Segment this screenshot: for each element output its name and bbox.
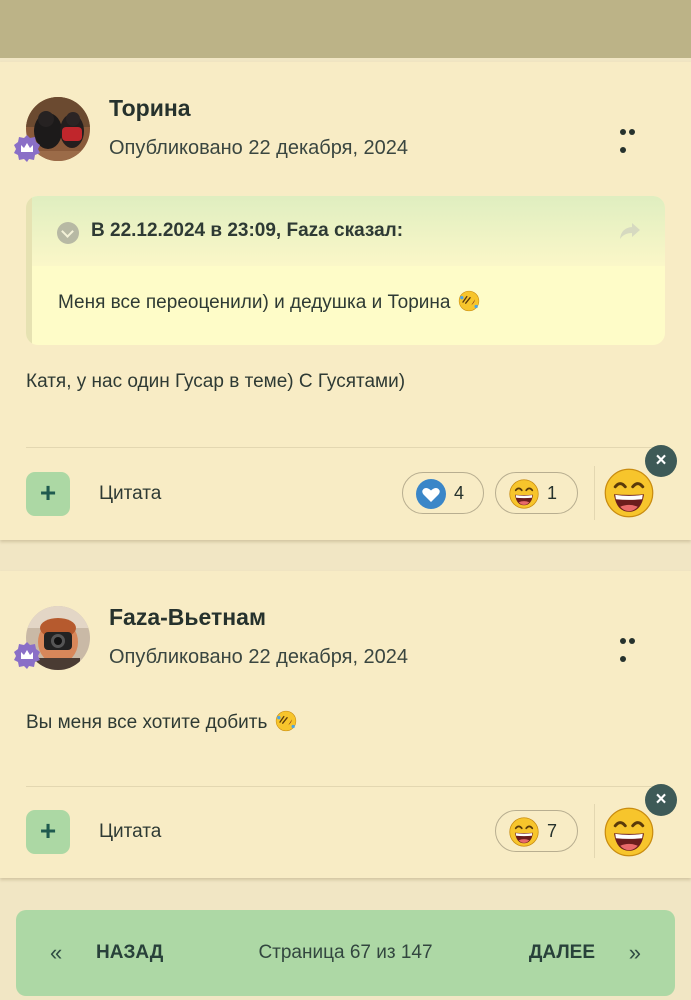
rofl-emoji-icon — [458, 290, 480, 312]
divider — [26, 786, 666, 787]
quote-side-bar — [26, 196, 32, 345]
post-date[interactable]: Опубликовано 22 декабря, 2024 — [109, 646, 408, 669]
more-options-icon[interactable] — [620, 631, 646, 662]
rofl-emoji-icon — [275, 710, 297, 732]
reaction-laugh[interactable]: 7 — [495, 810, 578, 852]
laughing-face-icon[interactable] — [604, 468, 654, 518]
quote-title: В 22.12.2024 в 23:09, Faza сказал: — [91, 220, 404, 241]
reaction-laugh[interactable]: 1 — [495, 472, 578, 514]
next-arrow-icon[interactable]: » — [629, 940, 641, 966]
pagination: « НАЗАД Страница 67 из 147 ДАЛЕЕ » — [16, 910, 675, 996]
reaction-heart[interactable]: 4 — [402, 472, 484, 514]
separator — [594, 804, 595, 858]
rank-badge-icon — [13, 641, 41, 669]
post-body: Катя, у нас один Гусар в теме) С Гусятам… — [26, 371, 406, 392]
quote-button[interactable]: Цитата — [99, 483, 161, 505]
laughing-face-icon — [509, 479, 539, 509]
quote-block: В 22.12.2024 в 23:09, Faza сказал: Меня … — [26, 196, 665, 345]
heart-icon — [416, 479, 446, 509]
close-icon[interactable]: × — [645, 784, 677, 816]
post-date[interactable]: Опубликовано 22 декабря, 2024 — [109, 137, 408, 160]
author-name[interactable]: Торина — [109, 95, 191, 122]
laughing-face-icon[interactable] — [604, 807, 654, 857]
reaction-count: 7 — [547, 821, 558, 841]
add-button[interactable]: + — [26, 472, 70, 516]
post-body: Вы меня все хотите добить — [26, 710, 297, 734]
close-icon[interactable]: × — [645, 445, 677, 477]
share-arrow-icon[interactable] — [619, 222, 641, 246]
post-card: Faza-Вьетнам Опубликовано 22 декабря, 20… — [0, 571, 691, 878]
separator — [594, 466, 595, 520]
next-button[interactable]: ДАЛЕЕ — [529, 942, 595, 964]
post-card: Торина Опубликовано 22 декабря, 2024 В 2… — [0, 62, 691, 540]
quote-button[interactable]: Цитата — [99, 821, 161, 843]
top-bar — [0, 0, 691, 58]
reaction-count: 4 — [454, 483, 465, 503]
laughing-face-icon — [509, 817, 539, 847]
reaction-count: 1 — [547, 483, 558, 503]
author-name[interactable]: Faza-Вьетнам — [109, 604, 266, 631]
add-button[interactable]: + — [26, 810, 70, 854]
rank-badge-icon — [13, 134, 41, 162]
more-options-icon[interactable] — [620, 122, 646, 153]
chevron-down-icon[interactable] — [57, 222, 79, 244]
divider — [26, 447, 666, 448]
quote-text: Меня все переоценили) и дедушка и Торина — [58, 290, 480, 314]
